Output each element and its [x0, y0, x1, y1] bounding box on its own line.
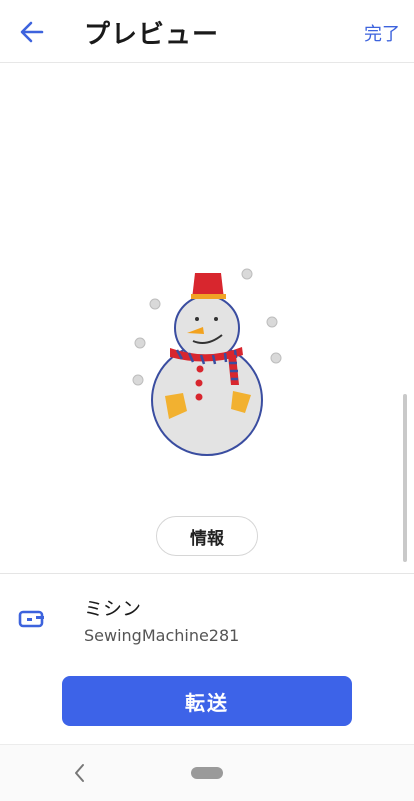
machine-name: SewingMachine281	[84, 626, 240, 645]
info-button[interactable]: 情報	[156, 516, 258, 556]
system-nav-bar	[0, 744, 414, 801]
preview-scrollbar[interactable]	[403, 394, 407, 562]
home-pill-icon[interactable]	[191, 767, 223, 779]
sewing-machine-icon	[18, 610, 44, 628]
app-bar: プレビュー 完了	[0, 0, 414, 63]
nav-back-icon	[75, 764, 84, 782]
section-divider	[0, 573, 414, 574]
arrow-left-icon	[20, 21, 44, 43]
done-button[interactable]: 完了	[364, 20, 400, 46]
nav-back-button[interactable]	[66, 761, 94, 785]
page-title: プレビュー	[84, 20, 220, 50]
transfer-button[interactable]: 転送	[62, 676, 352, 726]
snowman-embroidery-image	[132, 268, 282, 456]
back-button[interactable]	[14, 14, 50, 50]
machine-label: ミシン	[84, 598, 142, 620]
embroidery-preview-area[interactable]	[0, 63, 414, 573]
